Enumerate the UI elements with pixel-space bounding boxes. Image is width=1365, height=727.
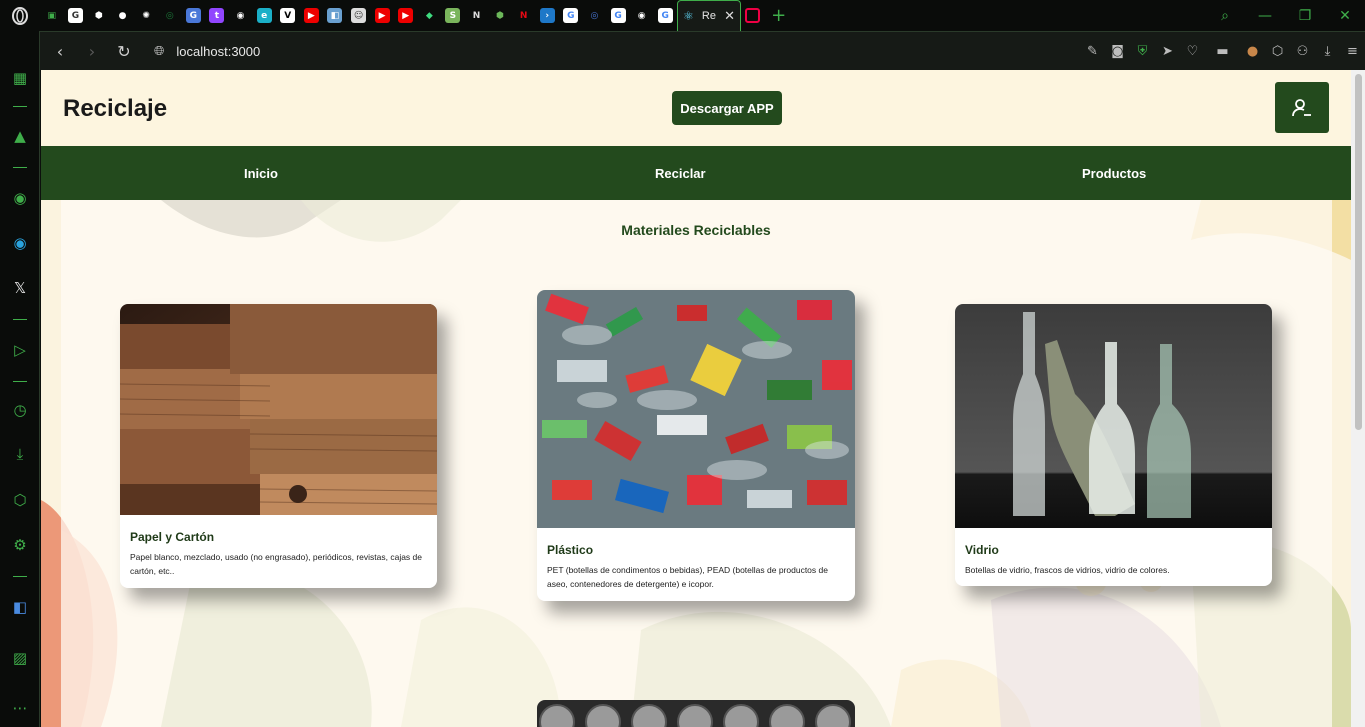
back-icon[interactable]: ‹ bbox=[44, 42, 76, 61]
more-icon[interactable]: ⋯ bbox=[0, 699, 40, 717]
card-title: Papel y Cartón bbox=[130, 530, 215, 544]
site-brand[interactable]: Reciclaje bbox=[63, 95, 167, 123]
tab[interactable]: G bbox=[559, 0, 583, 31]
main-nav: Inicio Reciclar Productos bbox=[41, 146, 1351, 200]
history-icon[interactable]: ◷ bbox=[0, 401, 40, 419]
plastic-bottles-image bbox=[537, 290, 855, 528]
tab[interactable]: ◎ bbox=[583, 0, 607, 31]
tab[interactable]: ▶ bbox=[370, 0, 394, 31]
tab[interactable]: › bbox=[535, 0, 559, 31]
cans-image bbox=[537, 700, 855, 727]
material-card-papel[interactable]: Papel y Cartón Papel blanco, mezclado, u… bbox=[120, 304, 437, 588]
tab-strip: ▣ G ⬢ ● ✺ ◎ G t ◉ e V ▶ ◧ ☺ ▶ ▶ ◆ S N ⬢ … bbox=[40, 0, 1205, 31]
url-field[interactable]: localhost:3000 bbox=[176, 44, 260, 59]
tab[interactable]: ⬢ bbox=[87, 0, 111, 31]
card-description: Papel blanco, mezclado, usado (no engras… bbox=[130, 552, 423, 576]
x-icon[interactable]: 𝕏 bbox=[0, 279, 40, 297]
extensions-icon[interactable]: ⬡ bbox=[0, 491, 40, 509]
card-description: PET (botellas de condimentos o bebidas),… bbox=[547, 565, 828, 589]
restore-icon[interactable]: ❐ bbox=[1285, 8, 1325, 24]
active-tab[interactable]: ⚛ Re ✕ bbox=[677, 0, 742, 31]
close-window-icon[interactable]: ✕ bbox=[1325, 8, 1365, 24]
section-title: Materiales Reciclables bbox=[621, 222, 771, 238]
minimize-icon[interactable]: — bbox=[1245, 8, 1285, 24]
web-page: Reciclaje Descargar APP Inicio Reciclar … bbox=[41, 70, 1351, 727]
nav-productos[interactable]: Productos bbox=[1082, 166, 1146, 181]
browser-sidebar: ▦ ▲ ◉ ◉ 𝕏 ▷ ◷ ⤓ ⬡ ⚙ ◧ ▨ ⋯ bbox=[0, 31, 40, 727]
forward-icon[interactable]: › bbox=[76, 42, 108, 61]
browser-tab-bar: ▣ G ⬢ ● ✺ ◎ G t ◉ e V ▶ ◧ ☺ ▶ ▶ ◆ S N ⬢ … bbox=[0, 0, 1365, 31]
user-button[interactable] bbox=[1275, 82, 1329, 133]
tab[interactable]: N bbox=[465, 0, 489, 31]
search-tabs-icon[interactable]: ⌕ bbox=[1205, 8, 1245, 24]
new-tab-button[interactable]: + bbox=[765, 5, 793, 26]
nav-reciclar[interactable]: Reciclar bbox=[655, 166, 706, 181]
whatsapp-icon[interactable]: ◉ bbox=[0, 189, 40, 207]
tab[interactable]: S bbox=[441, 0, 465, 31]
downloads-icon[interactable]: ⤓ bbox=[0, 445, 40, 463]
react-icon: ⚛ bbox=[683, 9, 694, 23]
tab[interactable]: ☺ bbox=[347, 0, 371, 31]
tab[interactable]: V bbox=[276, 0, 300, 31]
tab[interactable]: N bbox=[512, 0, 536, 31]
settings-icon[interactable]: ⚙ bbox=[0, 536, 40, 554]
tab[interactable]: e bbox=[252, 0, 276, 31]
active-tab-label: Re bbox=[701, 10, 716, 22]
cookie-icon[interactable]: ● bbox=[1240, 44, 1265, 59]
tab[interactable]: t bbox=[205, 0, 229, 31]
tab[interactable]: ▶ bbox=[300, 0, 324, 31]
camera-icon[interactable]: ◙ bbox=[1105, 44, 1130, 59]
extension-icon[interactable]: ▬ bbox=[1205, 44, 1240, 59]
aria-icon[interactable]: ▲ bbox=[0, 127, 40, 145]
tab[interactable]: G bbox=[64, 0, 88, 31]
telegram-icon[interactable]: ◉ bbox=[0, 234, 40, 252]
globe-icon: 🌐︎ bbox=[154, 43, 165, 59]
menu-icon[interactable]: ≡ bbox=[1340, 44, 1365, 59]
close-tab-icon[interactable]: ✕ bbox=[724, 9, 735, 24]
send-icon[interactable]: ➤ bbox=[1155, 44, 1180, 59]
translate-icon[interactable]: ◧ bbox=[0, 598, 40, 616]
tab[interactable]: ◧ bbox=[323, 0, 347, 31]
user-icon bbox=[1292, 98, 1311, 116]
card-title: Vidrio bbox=[965, 543, 999, 557]
reload-icon[interactable]: ↻ bbox=[108, 42, 140, 61]
profile-icon[interactable]: ⚇ bbox=[1290, 44, 1315, 59]
books-image bbox=[120, 304, 437, 515]
player-icon[interactable]: ▷ bbox=[0, 341, 40, 359]
tab[interactable]: ◎ bbox=[158, 0, 182, 31]
glass-bottles-image bbox=[955, 304, 1272, 528]
tab[interactable] bbox=[741, 0, 765, 31]
material-card-vidrio[interactable]: Vidrio Botellas de vidrio, frascos de vi… bbox=[955, 304, 1272, 586]
download-icon[interactable]: ⤓ bbox=[1315, 44, 1340, 59]
tab[interactable]: ◆ bbox=[418, 0, 442, 31]
cube-icon[interactable]: ⬡ bbox=[1265, 44, 1290, 59]
tab[interactable]: ● bbox=[111, 0, 135, 31]
tab[interactable]: ▶ bbox=[394, 0, 418, 31]
scrollbar-thumb[interactable] bbox=[1355, 74, 1362, 430]
gallery-icon[interactable]: ▨ bbox=[0, 649, 40, 667]
nav-inicio[interactable]: Inicio bbox=[244, 166, 278, 181]
tab[interactable]: G bbox=[182, 0, 206, 31]
tab[interactable]: G bbox=[653, 0, 677, 31]
workspace-icon[interactable]: ▦ bbox=[0, 69, 40, 87]
tab[interactable]: ◉ bbox=[630, 0, 654, 31]
card-title: Plástico bbox=[547, 543, 594, 557]
download-app-button[interactable]: Descargar APP bbox=[672, 91, 782, 125]
tab[interactable]: ✺ bbox=[134, 0, 158, 31]
material-card-plastico[interactable]: Plástico PET (botellas de condimentos o … bbox=[537, 290, 855, 601]
opera-menu-icon[interactable] bbox=[0, 0, 40, 31]
address-bar: ‹ › ↻ 🌐︎ localhost:3000 ✎ ◙ ⛨ ➤ ♡ ▬ ● ⬡ … bbox=[40, 31, 1365, 70]
shield-icon[interactable]: ⛨ bbox=[1130, 44, 1155, 59]
tab[interactable]: ◉ bbox=[229, 0, 253, 31]
card-description: Botellas de vidrio, frascos de vidrios, … bbox=[965, 565, 1170, 575]
site-header: Reciclaje Descargar APP bbox=[41, 70, 1351, 146]
tab[interactable]: ⬢ bbox=[488, 0, 512, 31]
tab[interactable]: ▣ bbox=[40, 0, 64, 31]
edit-icon[interactable]: ✎ bbox=[1080, 44, 1105, 59]
material-card-metal[interactable] bbox=[537, 700, 855, 727]
tab[interactable]: G bbox=[606, 0, 630, 31]
heart-icon[interactable]: ♡ bbox=[1180, 44, 1205, 59]
